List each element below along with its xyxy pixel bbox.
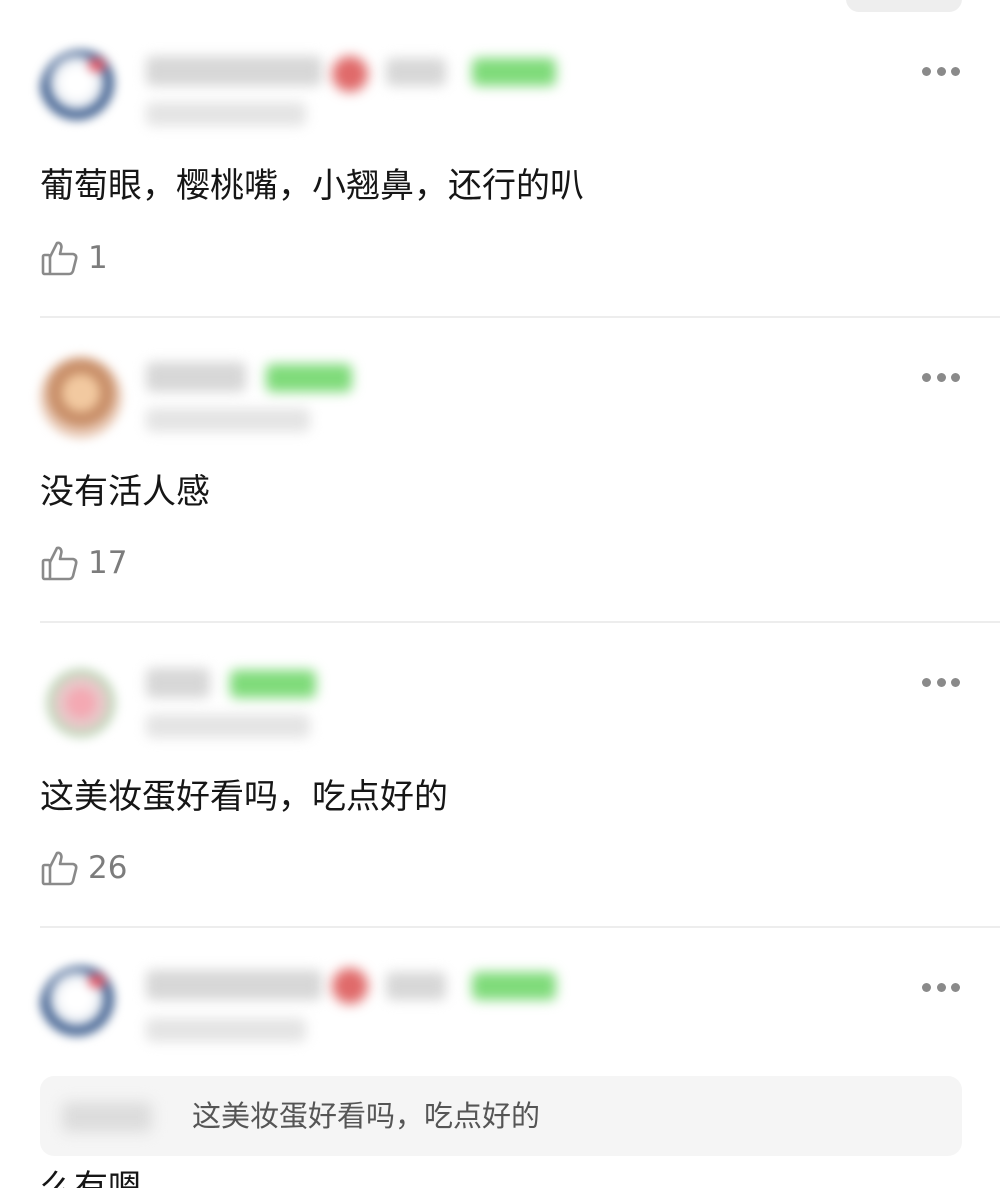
more-dots-icon[interactable] bbox=[922, 370, 960, 384]
like-button[interactable]: 26 bbox=[40, 848, 127, 888]
quoted-reply[interactable]: 这美妆蛋好看吗，吃点好的 bbox=[40, 1076, 962, 1156]
thumbs-up-icon bbox=[41, 851, 78, 886]
cherry-emoji bbox=[332, 968, 368, 1004]
username-redacted[interactable] bbox=[146, 56, 322, 86]
status-badge bbox=[472, 972, 556, 1000]
like-count: 1 bbox=[88, 240, 108, 276]
more-dots-icon[interactable] bbox=[922, 675, 960, 689]
like-count: 26 bbox=[88, 850, 128, 886]
comment-text: 么有嗯 bbox=[40, 1168, 142, 1188]
comment-list-page: 葡萄眼，樱桃嘴，小翘鼻，还行的叭 1 没有活人感 17 这美妆蛋好看吗，吃点好的… bbox=[0, 0, 1000, 1188]
top-control-pill[interactable] bbox=[846, 0, 962, 12]
username-suffix-redacted bbox=[386, 58, 446, 86]
comment-divider bbox=[40, 926, 1000, 928]
status-badge bbox=[230, 670, 316, 698]
username-suffix-redacted bbox=[386, 972, 446, 1000]
avatar[interactable] bbox=[40, 662, 122, 744]
like-count: 17 bbox=[88, 545, 128, 581]
avatar[interactable] bbox=[40, 50, 122, 132]
comment-divider bbox=[40, 316, 1000, 318]
more-dots-icon[interactable] bbox=[922, 64, 960, 78]
username-redacted[interactable] bbox=[146, 668, 210, 698]
comment-text: 这美妆蛋好看吗，吃点好的 bbox=[40, 777, 448, 817]
comment-text: 没有活人感 bbox=[40, 472, 210, 512]
username-redacted[interactable] bbox=[146, 362, 246, 392]
status-badge bbox=[266, 364, 352, 392]
username-redacted[interactable] bbox=[146, 970, 322, 1000]
quoted-text: 这美妆蛋好看吗，吃点好的 bbox=[192, 1099, 541, 1133]
quoted-username-redacted bbox=[62, 1102, 152, 1132]
comment-divider bbox=[40, 621, 1000, 623]
thumbs-up-icon bbox=[41, 546, 78, 581]
avatar[interactable] bbox=[40, 966, 122, 1048]
comment-meta-redacted bbox=[146, 1018, 306, 1042]
comment-meta-redacted bbox=[146, 408, 310, 432]
thumbs-up-icon bbox=[41, 241, 78, 276]
comment-meta-redacted bbox=[146, 102, 306, 126]
comment-meta-redacted bbox=[146, 714, 310, 738]
like-button[interactable]: 17 bbox=[40, 543, 127, 583]
status-badge bbox=[472, 58, 556, 86]
like-button[interactable]: 1 bbox=[40, 238, 108, 278]
cherry-emoji bbox=[332, 56, 368, 92]
more-dots-icon[interactable] bbox=[922, 980, 960, 994]
comment-text: 葡萄眼，樱桃嘴，小翘鼻，还行的叭 bbox=[40, 166, 584, 206]
avatar[interactable] bbox=[40, 356, 122, 438]
